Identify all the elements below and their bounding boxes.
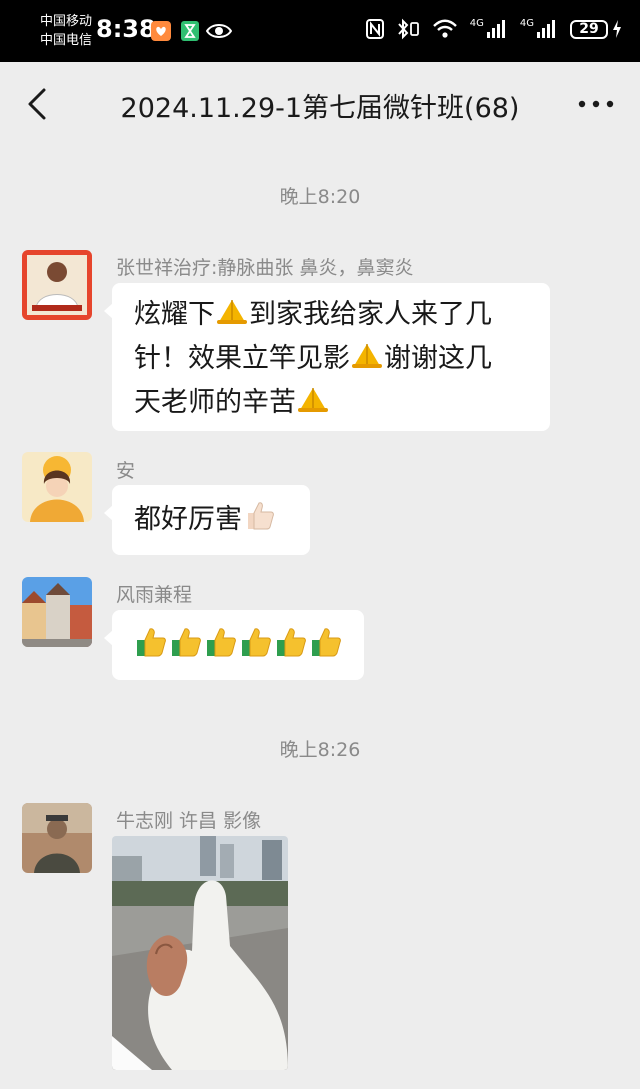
thumbs-up-emoji-icon (172, 628, 201, 657)
image-message[interactable] (112, 836, 288, 1070)
status-right: 4G 4G 29 (365, 18, 622, 40)
message-text-part: 谢谢这几 (384, 343, 492, 374)
bluetooth-vibrate-icon (398, 18, 419, 40)
thumbs-up-emoji-icon (248, 502, 274, 530)
more-options-icon[interactable] (574, 92, 618, 116)
chat-title: 2024.11.29-1第七届微针班(68) (120, 93, 520, 124)
charging-icon (613, 20, 621, 38)
timestamp: 晚上8:26 (279, 739, 361, 761)
clock: 8:38 (96, 15, 156, 43)
timestamp: 晚上8:20 (279, 186, 361, 208)
message-text-part: 到家我给家人来了几 (249, 299, 492, 330)
carrier-2: 中国电信 (40, 33, 93, 48)
signal-2: 4G (519, 18, 558, 39)
thumbs-up-emoji-icon (277, 628, 306, 657)
wifi-icon (432, 19, 457, 38)
thumbs-up-emoji-icon (242, 628, 271, 657)
message-text: 针！效果立竿见影 谢谢这几 (134, 337, 530, 381)
message-text-part: 针！效果立竿见影 (134, 343, 350, 374)
message-text: 天老师的辛苦 (134, 381, 530, 425)
signal-bars-icon (486, 20, 505, 38)
sender-name: 安 (116, 460, 136, 482)
eye-icon (206, 24, 232, 38)
network-type-2: 4G (519, 18, 534, 29)
nfc-icon (365, 19, 384, 39)
timer-app-icon (181, 21, 199, 41)
carrier-info: 中国移动 中国电信 (40, 12, 92, 50)
emoji-row (134, 626, 346, 658)
status-bar: 中国移动 中国电信 8:38 4G 4G 29 (0, 0, 640, 62)
battery-indicator: 29 (570, 19, 608, 39)
avatar[interactable] (22, 452, 92, 522)
signal-bars-icon (537, 20, 555, 38)
carrier-1: 中国移动 (40, 14, 93, 29)
folded-hands-emoji-icon (298, 388, 328, 412)
sender-name: 张世祥治疗:静脉曲张 鼻炎，鼻窦炎 (116, 257, 414, 279)
signal-1: 4G (469, 18, 508, 39)
thumbs-up-emoji-icon (137, 628, 166, 657)
battery-level: 29 (579, 21, 599, 37)
sender-name: 牛志刚 许昌 影像 (116, 810, 262, 832)
folded-hands-emoji-icon (217, 300, 247, 324)
message-bubble[interactable]: 炫耀下 到家我给家人来了几 针！效果立竿见影 谢谢这几 天老师的辛苦 (104, 283, 550, 431)
folded-hands-emoji-icon (352, 344, 382, 368)
chat-header: 2024.11.29-1第七届微针班(68) (0, 62, 640, 148)
thumbs-up-emoji-icon (312, 628, 341, 657)
message-text-part: 天老师的辛苦 (134, 387, 296, 418)
message-bubble[interactable] (104, 610, 364, 680)
message-text: 都好厉害 (134, 504, 242, 535)
message-text: 炫耀下 到家我给家人来了几 (134, 293, 530, 337)
message-text-part: 炫耀下 (134, 299, 215, 330)
network-type-1: 4G (469, 18, 484, 29)
thumbs-up-emoji-icon (207, 628, 236, 657)
avatar[interactable] (22, 803, 92, 873)
avatar[interactable] (22, 577, 92, 647)
health-app-icon (151, 21, 171, 41)
avatar[interactable] (22, 250, 92, 320)
sender-name: 风雨兼程 (116, 584, 193, 606)
message-bubble[interactable]: 都好厉害 (104, 485, 310, 555)
